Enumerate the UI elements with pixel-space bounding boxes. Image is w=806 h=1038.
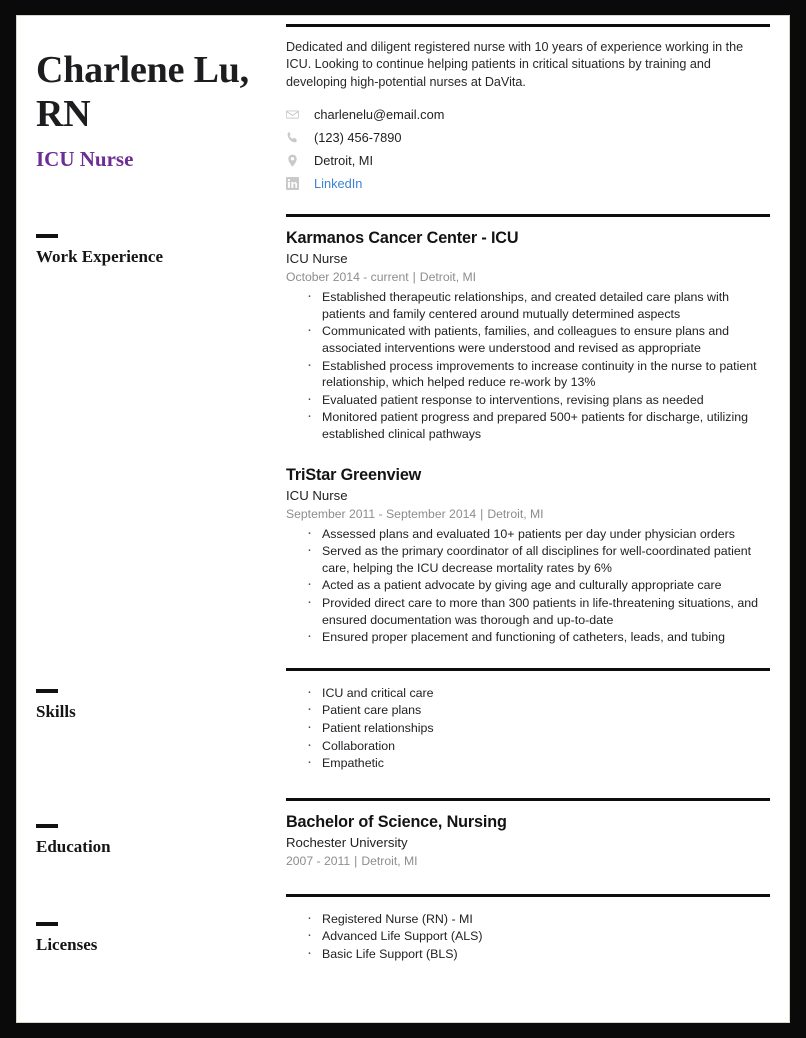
sidebar-label-licenses: Licenses: [36, 935, 98, 954]
sidebar-section-skills: Skills: [36, 689, 76, 722]
candidate-name: Charlene Lu, RN: [36, 49, 249, 135]
name-block: Charlene Lu, RN ICU Nurse: [36, 48, 286, 172]
section-dash-icon: [36, 234, 58, 238]
candidate-headline: ICU Nurse: [36, 147, 134, 171]
work-experience-block: Karmanos Cancer Center - ICU ICU Nurse O…: [286, 214, 771, 646]
contact-email-text[interactable]: charlenelu@email.com: [305, 107, 444, 122]
skills-block: ICU and critical care Patient care plans…: [286, 667, 771, 772]
sidebar-label-education: Education: [36, 837, 111, 856]
contact-phone-text[interactable]: (123) 456-7890: [305, 130, 402, 145]
meta-separator: |: [480, 506, 484, 521]
list-item: Served as the primary coordinator of all…: [304, 542, 771, 576]
list-item: Empathetic: [304, 754, 771, 772]
work-entry-bullets: Established therapeutic relationships, a…: [286, 288, 771, 442]
list-item: Patient care plans: [304, 701, 771, 719]
list-item: Patient relationships: [304, 719, 771, 737]
work-entry-dates: September 2011 - September 2014: [286, 506, 477, 521]
contact-location-text: Detroit, MI: [314, 153, 374, 169]
list-item: Basic Life Support (BLS): [304, 945, 771, 963]
summary-block: Dedicated and diligent registered nurse …: [286, 24, 771, 195]
list-item: Established therapeutic relationships, a…: [304, 288, 771, 322]
skills-list: ICU and critical care Patient care plans…: [286, 684, 771, 772]
work-entry: Karmanos Cancer Center - ICU ICU Nurse O…: [286, 228, 771, 442]
work-entry-organization: TriStar Greenview: [286, 465, 422, 484]
licenses-block: Registered Nurse (RN) - MI Advanced Life…: [286, 893, 771, 963]
list-item: ICU and critical care: [304, 684, 771, 702]
work-entry-organization: Karmanos Cancer Center - ICU: [286, 229, 519, 248]
page-frame: Charlene Lu, RN ICU Nurse Work Experienc…: [0, 0, 806, 1038]
section-divider: [286, 214, 770, 218]
section-dash-icon: [36, 689, 58, 693]
education-entry: Bachelor of Science, Nursing Rochester U…: [286, 801, 771, 870]
meta-separator: |: [354, 853, 358, 868]
linkedin-icon: [286, 177, 305, 191]
contact-row-email: charlenelu@email.com: [286, 103, 771, 126]
sidebar-label-skills: Skills: [36, 702, 76, 721]
work-entry-role: ICU Nurse: [286, 251, 348, 267]
contact-row-phone: (123) 456-7890: [286, 126, 771, 149]
list-item: Registered Nurse (RN) - MI: [304, 910, 771, 928]
list-item: Advanced Life Support (ALS): [304, 927, 771, 945]
licenses-list: Registered Nurse (RN) - MI Advanced Life…: [286, 910, 771, 963]
location-pin-icon: [286, 154, 305, 167]
work-entry-role: ICU Nurse: [286, 487, 348, 503]
phone-icon: [286, 131, 305, 144]
contact-row-linkedin: LinkedIn: [286, 172, 771, 195]
resume-sidebar: Charlene Lu, RN ICU Nurse Work Experienc…: [17, 16, 286, 1022]
education-location: Detroit, MI: [361, 853, 418, 868]
contact-linkedin-link[interactable]: LinkedIn: [305, 176, 362, 191]
work-entry-dates: October 2014 - current: [286, 270, 409, 285]
list-item: Evaluated patient response to interventi…: [304, 391, 771, 409]
section-dash-icon: [36, 824, 58, 828]
education-degree: Bachelor of Science, Nursing: [286, 812, 507, 831]
list-item: Provided direct care to more than 300 pa…: [304, 594, 771, 628]
work-entry-bullets: Assessed plans and evaluated 10+ patient…: [286, 525, 771, 646]
list-item: Ensured proper placement and functioning…: [304, 628, 771, 646]
resume-page: Charlene Lu, RN ICU Nurse Work Experienc…: [16, 15, 790, 1023]
section-dash-icon: [36, 922, 58, 926]
sidebar-section-work-experience: Work Experience: [36, 234, 163, 267]
sidebar-label-work-experience: Work Experience: [36, 247, 164, 266]
list-item: Communicated with patients, families, an…: [304, 322, 771, 356]
education-school: Rochester University: [286, 834, 408, 850]
education-block: Bachelor of Science, Nursing Rochester U…: [286, 797, 771, 870]
resume-main: Dedicated and diligent registered nurse …: [286, 16, 789, 1022]
work-entry-location: Detroit, MI: [487, 506, 544, 521]
education-dates: 2007 - 2011: [286, 853, 351, 868]
sidebar-section-licenses: Licenses: [36, 922, 97, 955]
list-item: Established process improvements to incr…: [304, 357, 771, 391]
list-item: Assessed plans and evaluated 10+ patient…: [304, 525, 771, 543]
meta-separator: |: [412, 270, 416, 285]
education-meta: 2007 - 2011 | Detroit, MI: [286, 853, 771, 870]
envelope-icon: [286, 108, 305, 121]
work-entry-meta: September 2011 - September 2014 | Detroit,…: [286, 506, 771, 523]
list-item: Acted as a patient advocate by giving ag…: [304, 576, 771, 594]
work-entry: TriStar Greenview ICU Nurse September 20…: [286, 465, 771, 646]
section-divider: [286, 24, 770, 27]
work-entry-meta: October 2014 - current | Detroit, MI: [286, 269, 771, 286]
list-item: Collaboration: [304, 737, 771, 755]
professional-summary: Dedicated and diligent registered nurse …: [286, 40, 744, 89]
sidebar-section-education: Education: [36, 824, 111, 857]
work-entry-location: Detroit, MI: [419, 270, 477, 285]
list-item: Monitored patient progress and prepared …: [304, 408, 771, 442]
contact-row-location: Detroit, MI: [286, 149, 771, 172]
contact-list: charlenelu@email.com (123) 456-7890 Detr…: [286, 103, 771, 195]
